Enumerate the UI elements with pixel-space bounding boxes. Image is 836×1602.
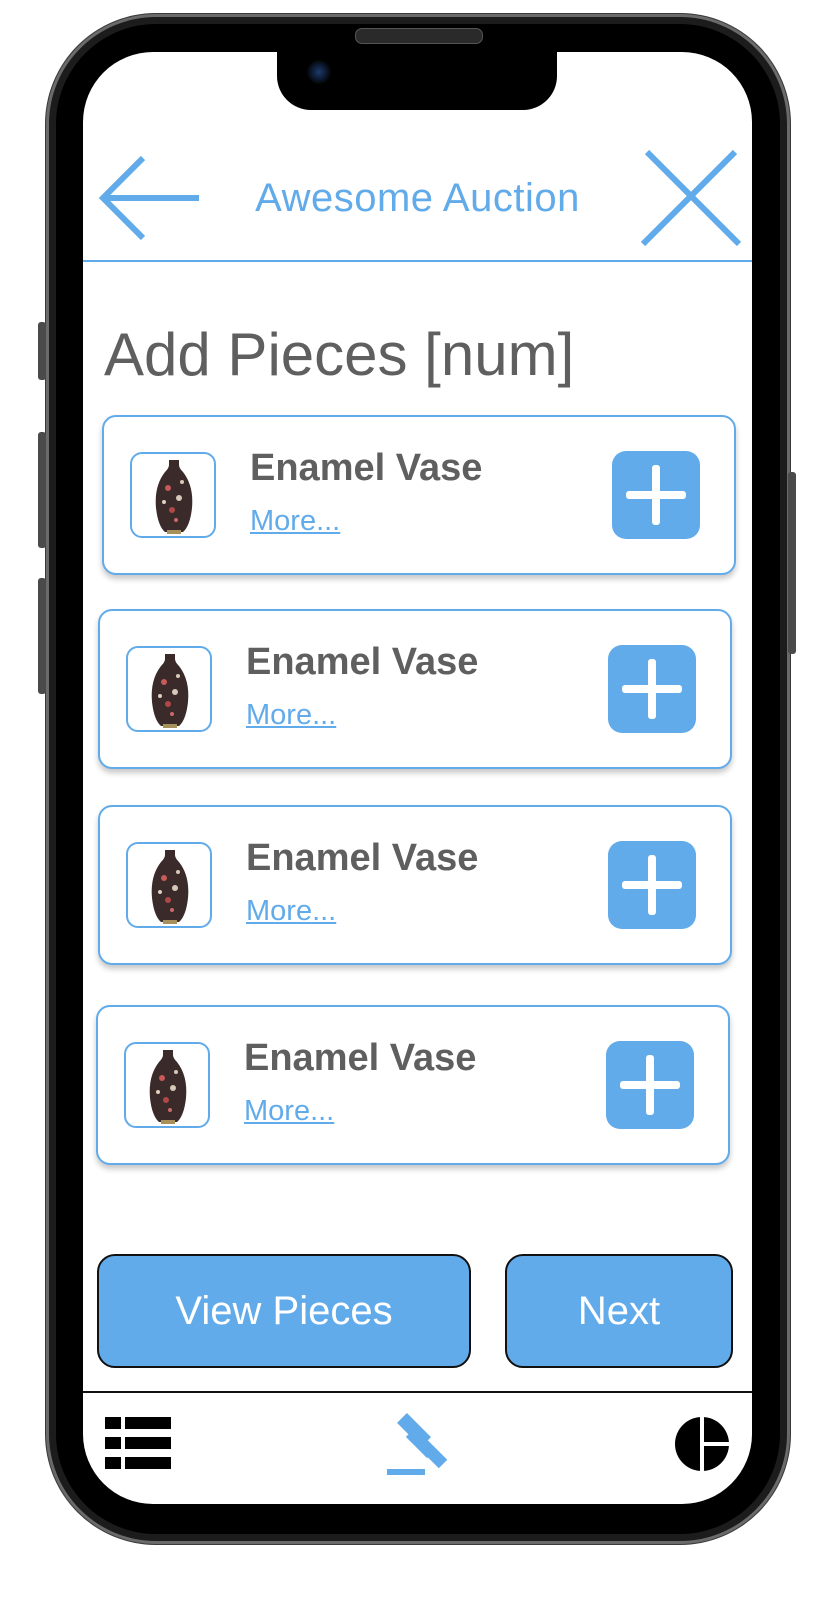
piece-card: Enamel Vase More... bbox=[102, 415, 736, 575]
next-button[interactable]: Next bbox=[505, 1254, 733, 1368]
gavel-icon bbox=[387, 1413, 448, 1475]
app-header: Awesome Auction bbox=[83, 140, 752, 262]
tab-list[interactable] bbox=[105, 1415, 171, 1473]
list-icon bbox=[105, 1417, 171, 1469]
more-link[interactable]: More... bbox=[244, 1095, 334, 1128]
volume-up-button bbox=[38, 432, 46, 548]
vase-thumbnail[interactable] bbox=[126, 646, 212, 732]
speaker-grille bbox=[355, 28, 483, 44]
front-camera bbox=[307, 60, 331, 84]
vase-image bbox=[151, 850, 189, 924]
mute-switch bbox=[38, 322, 46, 380]
piece-card: Enamel Vase More... bbox=[98, 609, 732, 769]
vase-thumbnail[interactable] bbox=[126, 842, 212, 928]
vase-thumbnail[interactable] bbox=[130, 452, 216, 538]
item-name: Enamel Vase bbox=[246, 837, 479, 879]
add-button[interactable] bbox=[608, 645, 696, 733]
view-pieces-button[interactable]: View Pieces bbox=[97, 1254, 471, 1368]
add-button[interactable] bbox=[612, 451, 700, 539]
tab-bar bbox=[83, 1391, 752, 1506]
more-link[interactable]: More... bbox=[250, 505, 340, 538]
page-title: Add Pieces [num] bbox=[104, 321, 575, 388]
vase-thumbnail[interactable] bbox=[124, 1042, 210, 1128]
piece-card: Enamel Vase More... bbox=[98, 805, 732, 965]
vase-image bbox=[149, 1050, 187, 1124]
volume-down-button bbox=[38, 578, 46, 694]
item-name: Enamel Vase bbox=[244, 1037, 477, 1079]
piece-card: Enamel Vase More... bbox=[96, 1005, 730, 1165]
close-button[interactable] bbox=[640, 148, 742, 248]
more-link[interactable]: More... bbox=[246, 895, 336, 928]
tab-auction[interactable] bbox=[385, 1409, 455, 1479]
tab-stats[interactable] bbox=[673, 1415, 731, 1473]
more-link[interactable]: More... bbox=[246, 699, 336, 732]
vase-image bbox=[155, 460, 193, 534]
power-button bbox=[788, 472, 796, 654]
vase-image bbox=[151, 654, 189, 728]
pie-chart-icon bbox=[675, 1415, 731, 1473]
add-button[interactable] bbox=[606, 1041, 694, 1129]
item-name: Enamel Vase bbox=[250, 447, 483, 489]
close-icon bbox=[640, 149, 742, 247]
item-name: Enamel Vase bbox=[246, 641, 479, 683]
add-button[interactable] bbox=[608, 841, 696, 929]
